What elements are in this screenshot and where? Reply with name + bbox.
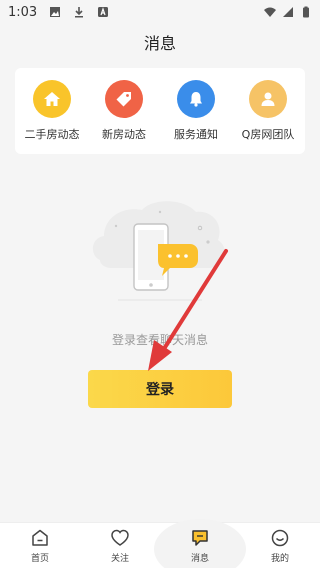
battery-icon (303, 6, 309, 18)
download-icon (75, 7, 84, 18)
signal-icon (283, 7, 293, 17)
category-secondhand-news[interactable]: 二手房动态 (17, 80, 87, 154)
bottom-tab-bar: 首页 关注 消息 我的 (0, 522, 320, 568)
app-notification-icon (98, 7, 109, 17)
status-bar: 1:03 (0, 0, 320, 24)
bell-icon (177, 80, 215, 118)
home-icon (32, 529, 48, 546)
tab-label: 首页 (30, 554, 49, 564)
tag-icon (105, 80, 143, 118)
login-button[interactable]: 登录 (88, 370, 232, 408)
user-icon (249, 80, 287, 118)
empty-chat-illustration (92, 201, 225, 301)
category-newhouse-news[interactable]: 新房动态 (89, 80, 159, 154)
message-category-card: 二手房动态 新房动态 服务通知 Q房网团队 (15, 68, 305, 154)
empty-message: 登录查看聊天消息 (111, 333, 208, 347)
message-icon (192, 530, 208, 546)
tab-home[interactable]: 首页 (0, 523, 80, 568)
category-qfang-team[interactable]: Q房网团队 (233, 80, 303, 154)
category-label: 服务通知 (174, 128, 218, 141)
tab-label: 关注 (110, 554, 129, 564)
page-header: 消息 (0, 24, 320, 60)
tab-messages[interactable]: 消息 (160, 523, 240, 568)
tab-label: 我的 (270, 554, 289, 564)
heart-icon (111, 529, 129, 546)
category-label: 新房动态 (102, 128, 146, 141)
house-icon (33, 80, 71, 118)
tab-label: 消息 (190, 554, 209, 564)
tab-mine[interactable]: 我的 (240, 523, 320, 568)
category-label: Q房网团队 (241, 128, 295, 141)
image-notification-icon (50, 7, 61, 17)
page-title: 消息 (143, 34, 176, 53)
wifi-icon (264, 7, 276, 17)
status-time: 1:03 (8, 4, 38, 20)
category-service-notice[interactable]: 服务通知 (161, 80, 231, 154)
smile-icon (271, 529, 289, 547)
tab-follow[interactable]: 关注 (80, 523, 160, 568)
category-label: 二手房动态 (24, 128, 80, 141)
